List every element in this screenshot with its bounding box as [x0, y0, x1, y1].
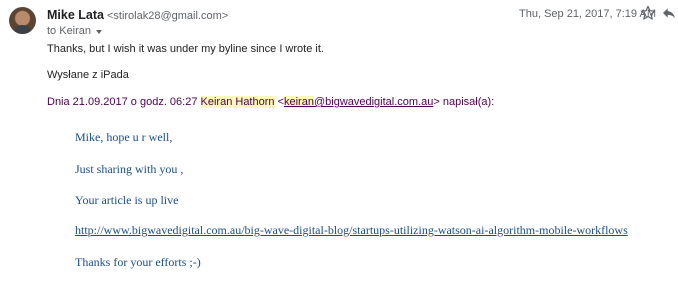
sender-email: <stirolak28@gmail.com>: [106, 10, 229, 22]
sender-line: Mike Lata <stirolak28@gmail.com>: [47, 8, 228, 22]
quote-header-prefix: Dnia 21.09.2017 o godz. 06:27: [47, 96, 201, 108]
quote-author-email[interactable]: keiran@bigwavedigital.com.au: [284, 96, 433, 108]
quote-header-suffix: > napisał(a):: [433, 96, 495, 108]
article-link[interactable]: http://www.bigwavedigital.com.au/big-wav…: [75, 223, 628, 237]
avatar[interactable]: [9, 7, 36, 34]
quoted-line: Just sharing with you ,: [75, 162, 184, 176]
quote-email-user: keiran: [284, 96, 314, 108]
chevron-down-icon[interactable]: [96, 29, 103, 34]
star-icon[interactable]: [639, 4, 657, 22]
quoted-link-line: http://www.bigwavedigital.com.au/big-wav…: [75, 223, 628, 238]
quote-header: Dnia 21.09.2017 o godz. 06:27 Keiran Hat…: [47, 96, 494, 108]
body-text-line: Thanks, but I wish it was under my bylin…: [47, 43, 324, 55]
quote-email-domain: @bigwavedigital.com.au: [313, 96, 434, 108]
signature-text: Wysłane z iPada: [47, 69, 129, 81]
quoted-line: Your article is up live: [75, 193, 179, 207]
recipient-label: to Keiran: [47, 25, 92, 37]
quote-header-lt: <: [274, 96, 284, 108]
quote-author-name: Keiran Hathorn: [200, 96, 275, 108]
message-date: Thu, Sep 21, 2017, 7:19 AM: [519, 8, 656, 20]
quoted-line: Mike, hope u r well,: [75, 130, 173, 144]
quoted-line: Thanks for your efforts ;-): [75, 255, 201, 269]
reply-icon[interactable]: [661, 5, 677, 21]
sender-name[interactable]: Mike Lata: [47, 8, 104, 22]
recipient-line[interactable]: to Keiran: [47, 25, 103, 37]
